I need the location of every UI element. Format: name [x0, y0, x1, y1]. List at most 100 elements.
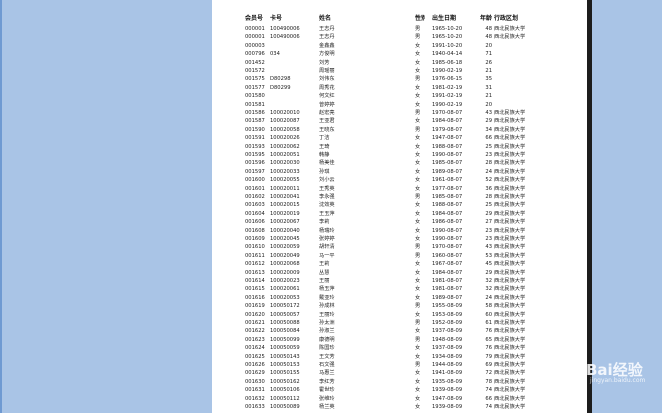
table-row: 001620 100050057 王丽玲女 1953-08-09 60 西北民族大学 — [212, 311, 587, 319]
cell-birth-date: 1990-02-19 — [432, 101, 463, 108]
cell-birth-date: 1991-10-20 — [432, 42, 463, 49]
cell-division: 西北民族大学 — [494, 328, 526, 335]
cell-birth-date: 1935-08-09 — [432, 378, 463, 385]
table-row: 001597 100020033 孙琪女 1989-08-07 24 西北民族大学 — [212, 168, 587, 176]
cell-age: 36 — [485, 185, 492, 192]
cell-member-id: 001581 — [245, 101, 265, 108]
cell-card-number: 100020059 — [270, 244, 300, 251]
cell-division: 西北民族大学 — [494, 143, 526, 150]
cell-name: 沈效英 — [319, 202, 335, 209]
cell-member-id: 001580 — [245, 93, 265, 100]
table-row: 000001 100490006 王志丹男 1965-10-20 48 西北民族大学 — [212, 25, 587, 33]
table-row: 001626 100050153 石文强男 1944-08-09 69 西北民族大学 — [212, 361, 587, 369]
table-row: 001575 D80298 刘伟东男 1976-06-15 35 — [212, 75, 587, 83]
cell-age: 74 — [485, 404, 492, 410]
cell-age: 24 — [485, 168, 492, 175]
cell-age: 76 — [485, 328, 492, 335]
cell-division: 西北民族大学 — [494, 387, 526, 394]
cell-division: 西北民族大学 — [494, 110, 526, 116]
cell-gender: 女 — [415, 294, 421, 301]
cell-birth-date: 1979-08-07 — [432, 126, 463, 133]
cell-birth-date: 1989-08-07 — [432, 168, 463, 175]
cell-division: 西北民族大学 — [494, 269, 526, 276]
cell-age: 28 — [485, 160, 492, 167]
cell-age: 45 — [485, 261, 492, 268]
cell-age: 74 — [485, 387, 492, 394]
cell-gender: 男 — [415, 110, 421, 116]
cell-age: 60 — [485, 311, 492, 318]
cell-card-number: 100020087 — [270, 118, 300, 125]
cell-name: 张维玲 — [319, 395, 335, 402]
cell-card-number: 100490006 — [270, 34, 300, 41]
cell-gender: 女 — [415, 219, 421, 226]
cell-gender: 男 — [415, 336, 421, 343]
cell-name: 周瑶丽 — [319, 68, 335, 74]
cell-birth-date: 1940-04-14 — [432, 51, 463, 58]
cell-name: 刘伟东 — [319, 76, 335, 83]
table-row: 001611 100020049 马一平男 1960-08-07 53 西北民族大学 — [212, 252, 587, 260]
table-row: 001603 100020015 沈效英女 1988-08-07 25 西北民族大学 — [212, 201, 587, 209]
cell-card-number: 100020019 — [270, 210, 300, 217]
cell-card-number: 100020051 — [270, 152, 300, 158]
cell-gender: 男 — [415, 34, 421, 41]
cell-division: 西北民族大学 — [494, 236, 526, 242]
cell-name: 王秀英 — [319, 185, 335, 192]
cell-birth-date: 1955-08-09 — [432, 303, 463, 310]
cell-birth-date: 1981-08-07 — [432, 286, 463, 293]
table-row: 001633 100050089 杨兰英女 1939-08-09 74 西北民族大学 — [212, 403, 587, 411]
cell-division: 西北民族大学 — [494, 278, 526, 284]
cell-age: 26 — [485, 59, 492, 66]
cell-gender: 男 — [415, 320, 421, 326]
header-name: 姓名 — [319, 15, 332, 22]
cell-name: 王亚君 — [319, 118, 335, 125]
cell-card-number: D80298 — [270, 76, 291, 83]
cell-card-number: 100050089 — [270, 404, 300, 410]
cell-birth-date: 1947-08-07 — [432, 135, 463, 142]
cell-division: 西北民族大学 — [494, 252, 526, 259]
cell-birth-date: 1939-08-09 — [432, 387, 463, 394]
table-row: 001608 100020040 杨瑞玲女 1990-08-07 23 西北民族大学 — [212, 227, 587, 235]
table-row: 001612 100020068 王莉女 1967-08-07 45 西北民族大学 — [212, 260, 587, 268]
cell-birth-date: 1991-02-19 — [432, 93, 463, 100]
cell-division: 西北民族大学 — [494, 152, 526, 158]
cell-name: 金鑫鑫 — [319, 42, 335, 49]
watermark-url: jingyan.baidu.com — [590, 377, 646, 384]
cell-division: 西北民族大学 — [494, 135, 526, 142]
cell-age: 72 — [485, 370, 492, 377]
left-window-stripe — [0, 0, 2, 413]
cell-age: 32 — [485, 286, 492, 293]
cell-division: 西北民族大学 — [494, 160, 526, 167]
cell-age: 24 — [485, 294, 492, 301]
cell-card-number: 100050155 — [270, 370, 300, 377]
cell-division: 西北民族大学 — [494, 227, 526, 234]
table-row: 001577 D80299 周秀花女 1981-02-19 31 — [212, 84, 587, 92]
table-row: 001609 100020045 张婷婷女 1990-08-07 23 西北民族大学 — [212, 235, 587, 243]
cell-gender: 女 — [415, 311, 421, 318]
cell-card-number: 100020049 — [270, 252, 300, 259]
cell-age: 28 — [485, 194, 492, 200]
cell-birth-date: 1939-08-09 — [432, 404, 463, 410]
cell-birth-date: 1990-08-07 — [432, 227, 463, 234]
table-row: 001629 100050155 马惠兰女 1941-08-09 72 西北民族大学 — [212, 369, 587, 377]
cell-gender: 女 — [415, 278, 421, 284]
cell-name: 王莉 — [319, 261, 330, 268]
cell-age: 25 — [485, 202, 492, 209]
cell-name: 王文芳 — [319, 353, 335, 360]
cell-birth-date: 1952-08-09 — [432, 320, 463, 326]
cell-gender: 女 — [415, 370, 421, 377]
table-row: 001580 何文红 女 1991-02-19 21 — [212, 92, 587, 100]
cell-age: 23 — [485, 152, 492, 158]
cell-gender: 女 — [415, 328, 421, 335]
table-row: 001614 100020023 王丽女 1981-08-07 32 西北民族大学 — [212, 277, 587, 285]
cell-age: 29 — [485, 118, 492, 125]
cell-card-number: 100020061 — [270, 286, 300, 293]
cell-birth-date: 1965-10-20 — [432, 34, 463, 41]
cell-gender: 女 — [415, 152, 421, 158]
cell-division: 西北民族大学 — [494, 370, 526, 377]
cell-division: 西北民族大学 — [494, 126, 526, 133]
cell-card-number: 100050088 — [270, 320, 300, 326]
table-row: 000796 034 方俊明女 1940-04-14 71 — [212, 50, 587, 58]
cell-age: 69 — [485, 362, 492, 368]
cell-birth-date: 1990-08-07 — [432, 236, 463, 242]
cell-name: 胡轩清 — [319, 244, 335, 251]
